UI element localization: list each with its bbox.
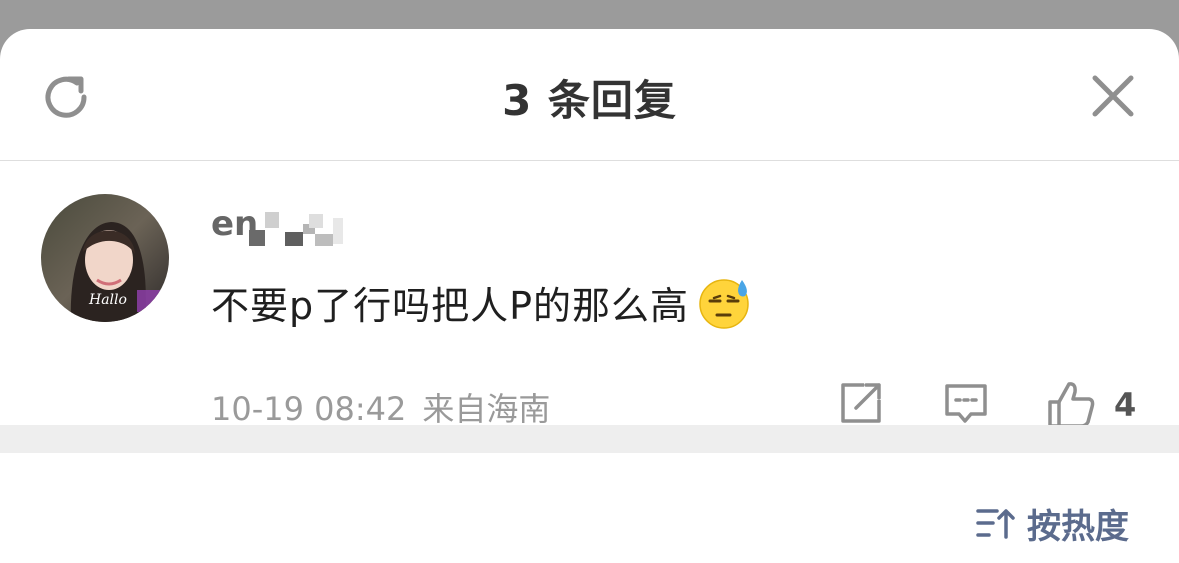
- username-mosaic: [249, 212, 343, 246]
- comment-location: 来自海南: [422, 390, 551, 428]
- replies-sheet: 3 条回复 Hallo en 不要p了行吗把人P的那么高 10-19 08:42…: [0, 29, 1179, 563]
- avatar[interactable]: Hallo: [41, 194, 169, 322]
- comment-text: 不要p了行吗把人P的那么高: [211, 283, 690, 328]
- like-button[interactable]: 4: [1046, 380, 1146, 430]
- close-button[interactable]: [1090, 73, 1136, 119]
- thumbs-up-icon: [1048, 382, 1095, 428]
- sort-icon: [976, 509, 1015, 539]
- sort-by-hot-button[interactable]: 按热度: [975, 501, 1129, 547]
- comment-item: Hallo en 不要p了行吗把人P的那么高 10-19 08:42 来自海南 …: [0, 160, 1179, 428]
- avatar-watermark: Hallo: [88, 292, 127, 308]
- share-icon: [841, 383, 881, 423]
- section-divider: [0, 425, 1179, 453]
- share-button[interactable]: [838, 380, 884, 426]
- close-icon: [1092, 75, 1134, 117]
- comment-text-row: 不要p了行吗把人P的那么高: [211, 274, 753, 330]
- comment-time: 10-19 08:42: [211, 390, 407, 428]
- like-count: 4: [1114, 386, 1137, 424]
- page-title: 3 条回复: [502, 76, 677, 125]
- sheet-header: 3 条回复: [0, 29, 1179, 161]
- comment-icon: [945, 384, 987, 423]
- reply-button[interactable]: [943, 380, 989, 426]
- comment-meta: 10-19 08:42 来自海南: [211, 384, 550, 430]
- sweat-emoji-icon: [699, 279, 749, 329]
- sort-label: 按热度: [1027, 506, 1129, 547]
